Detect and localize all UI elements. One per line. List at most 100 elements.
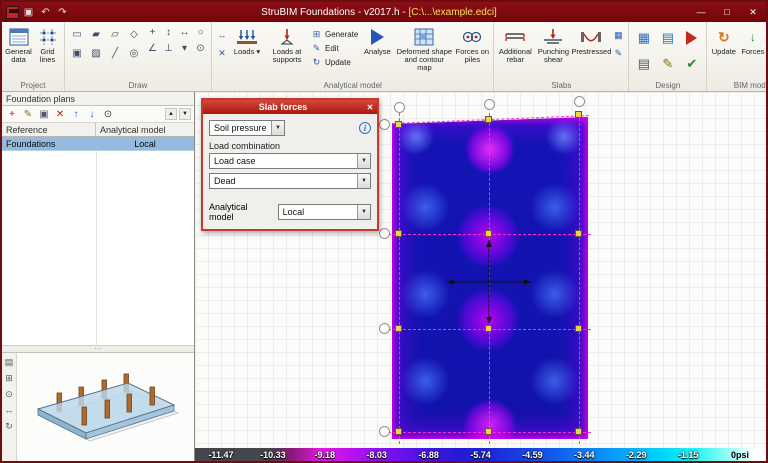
column-header-analytical-model[interactable]: Analytical model [96,123,194,136]
grid-lines-button[interactable]: Grid lines [34,25,61,64]
pile-marker[interactable] [395,230,402,237]
plans-table-body[interactable] [2,151,194,345]
close-button[interactable]: ✕ [740,2,766,22]
draw-polygon-icon[interactable]: ◇ [125,25,143,43]
snap-center-icon[interactable]: ○ [193,25,208,40]
snap-options-icon[interactable]: ▾ [177,41,192,56]
app-icon[interactable] [6,6,19,19]
pile-marker[interactable] [485,116,492,123]
draw-hatch-icon[interactable]: ▨ [87,44,105,62]
ribbon-group-bim: ↻ Update ↓ Forces → Export BIM model [707,22,766,91]
measure-icon[interactable]: ↔ [215,28,229,42]
loads-at-supports-button[interactable]: Loads at supports [265,25,309,64]
chevron-down-icon[interactable]: ▼ [357,205,370,219]
draw-line-icon[interactable]: ╱ [106,44,124,62]
scale-value-zero: 0psi [714,450,766,460]
result-type-select[interactable]: Soil pressure ▼ [209,120,285,136]
additional-rebar-button[interactable]: Additional rebar [497,25,533,64]
pan-icon[interactable]: ↔ [3,404,15,416]
draw-slab-icon[interactable]: ▱ [106,25,124,43]
chevron-down-icon[interactable]: ▼ [357,154,370,168]
update-button[interactable]: ↻Update [311,56,358,68]
info-icon[interactable]: i [359,122,371,134]
deformed-shape-button[interactable]: Deformed shape and contour map [396,25,452,72]
bim-forces-button[interactable]: ↓ Forces [739,25,766,56]
chevron-down-icon[interactable]: ▼ [357,174,370,188]
copy-plan-icon[interactable]: ▣ [37,107,51,121]
scale-value: -4.59 [506,450,558,460]
analyse-button[interactable]: Analyse [360,25,394,56]
grid-axis-label [379,228,390,239]
save-icon[interactable]: ▣ [21,5,36,20]
delete-plan-icon[interactable]: ✕ [53,107,67,121]
design-tables-icon[interactable]: ▤ [656,25,679,50]
draw-beam-filled-icon[interactable]: ▰ [87,25,105,43]
maximize-button[interactable]: □ [714,2,740,22]
design-report-icon[interactable]: ▤ [632,51,655,76]
pile-marker[interactable] [575,428,582,435]
zoom-extents-icon[interactable]: ⊞ [3,372,15,384]
column-header-reference[interactable]: Reference [2,123,96,136]
print-icon[interactable]: ▤ [3,356,15,368]
combination-type-select[interactable]: Load case ▼ [209,153,371,169]
slab-views-icon[interactable]: ▦ [611,28,625,42]
redo-icon[interactable]: ↷ [55,5,70,20]
bim-forces-label: Forces [741,48,764,56]
design-check-icon[interactable]: ✔ [680,51,703,76]
drawing-canvas[interactable]: Slab forces ✕ Soil pressure ▼ i Load com… [195,92,766,461]
loads-label: Loads ▾ [234,48,260,56]
dialog-close-icon[interactable]: ✕ [363,101,377,113]
edit-plan-icon[interactable]: ✎ [21,107,35,121]
draw-circle-icon[interactable]: ◎ [125,44,143,62]
sort-asc-icon[interactable]: ▲ [165,108,177,120]
pile-marker[interactable] [395,428,402,435]
pile-marker[interactable] [575,230,582,237]
loads-button[interactable]: Loads ▾ [231,25,263,56]
search-icon[interactable]: ⊙ [101,107,115,121]
pile-marker[interactable] [575,111,582,118]
move-up-icon[interactable]: ↑ [69,107,83,121]
sort-desc-icon[interactable]: ▼ [179,108,191,120]
dialog-title-bar[interactable]: Slab forces ✕ [203,100,377,114]
snap-reference-icon[interactable]: ⊙ [193,41,208,56]
draw-beam-icon[interactable]: ▭ [68,25,86,43]
generate-button[interactable]: ⊞Generate [311,28,358,40]
pile-marker[interactable] [395,121,402,128]
analytical-model-select[interactable]: Local ▼ [278,204,371,220]
prestressed-button[interactable]: Prestressed [573,25,609,56]
undo-icon[interactable]: ↶ [38,5,53,20]
punching-shear-button[interactable]: Punching shear [535,25,571,64]
snap-perpendicular-icon[interactable]: ⊥ [161,41,176,56]
delete-icon[interactable]: ✕ [215,46,229,60]
chevron-down-icon[interactable]: ▼ [271,121,284,135]
snap-horizontal-icon[interactable]: ↔ [177,25,192,40]
edit-button[interactable]: ✎Edit [311,42,358,54]
panel-splitter[interactable]: ··· [2,345,194,353]
snap-vertical-icon[interactable]: ↕ [161,25,176,40]
pile-marker[interactable] [395,325,402,332]
pile-marker[interactable] [485,428,492,435]
design-views-icon[interactable]: ▦ [632,25,655,50]
table-row[interactable]: Foundations Local [2,137,194,151]
grid-lines-icon [38,26,58,48]
move-down-icon[interactable]: ↓ [85,107,99,121]
preview-3d[interactable]: ▤ ⊞ ⊙ ↔ ↻ [2,353,194,461]
minimize-button[interactable]: — [688,2,714,22]
slab-edit-icon[interactable]: ✎ [611,46,625,60]
design-edit-icon[interactable]: ✎ [656,51,679,76]
design-calculate-icon[interactable] [680,25,703,50]
bim-update-button[interactable]: ↻ Update [710,25,737,56]
rotate-icon[interactable]: ↻ [3,420,15,432]
grid-line-vertical [579,113,580,444]
additional-rebar-icon [504,26,526,48]
forces-on-piles-button[interactable]: Forces on piles [454,25,490,64]
result-type-value: Soil pressure [214,123,267,133]
snap-angle-icon[interactable]: ∠ [145,41,160,56]
general-data-button[interactable]: General data [5,25,32,64]
zoom-icon[interactable]: ⊙ [3,388,15,400]
draw-opening-icon[interactable]: ▣ [68,44,86,62]
load-case-select[interactable]: Dead ▼ [209,173,371,189]
snap-add-icon[interactable]: + [145,25,160,40]
add-plan-icon[interactable]: + [5,107,19,121]
pile-marker[interactable] [575,325,582,332]
